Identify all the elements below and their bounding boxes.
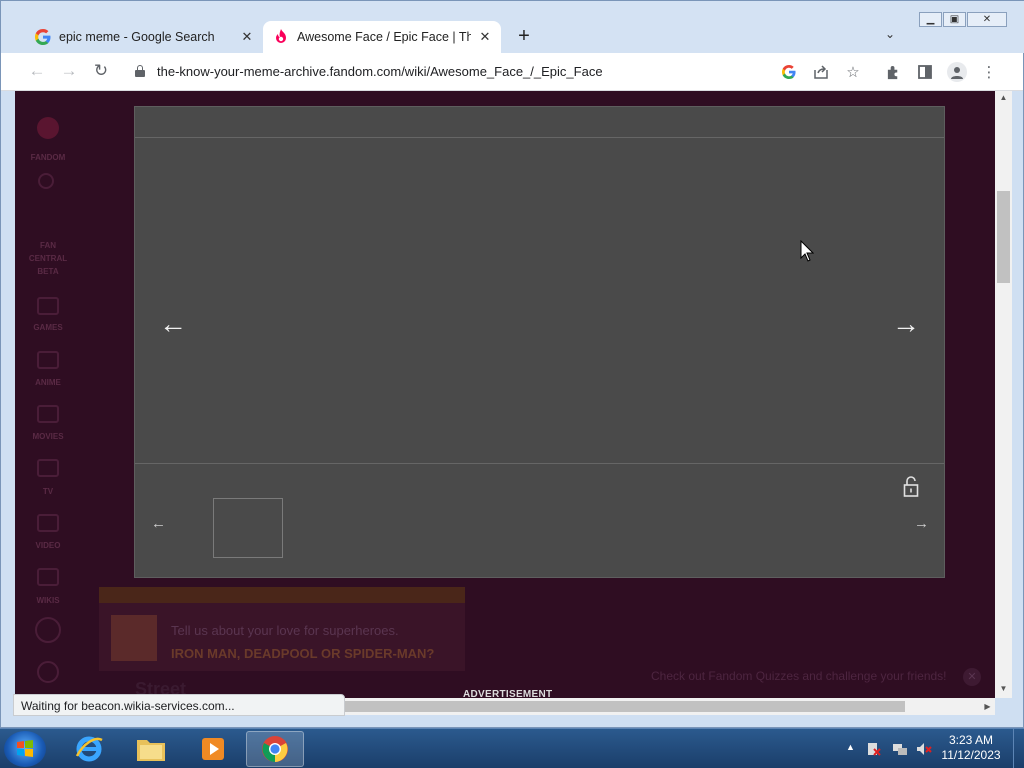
rail-label-wikis[interactable]: WIKIS [15,596,81,605]
file-explorer-icon[interactable] [122,731,180,767]
games-icon[interactable] [37,297,59,315]
wikis-icon[interactable] [37,568,59,586]
quiz-promo-text[interactable]: Check out Fandom Quizzes and challenge y… [651,669,947,683]
windows-taskbar: ▲ 3:23 AM 11/12/2023 [0,728,1024,768]
tab-title: Awesome Face / Epic Face | The K [297,30,471,44]
clock-date: 11/12/2023 [941,748,1001,762]
filmstrip-next-button[interactable]: → [914,515,929,532]
filmstrip-thumbnail[interactable] [213,498,283,558]
reload-button[interactable]: ↻ [91,61,111,81]
promo-banner[interactable]: Tell us about your love for superheroes.… [99,587,465,671]
volume-muted-icon[interactable] [916,742,932,759]
rail-label-video[interactable]: VIDEO [15,541,81,550]
side-panel-icon[interactable] [916,63,934,81]
tab-title: epic meme - Google Search [59,30,215,44]
fandom-logo-icon[interactable] [37,117,59,139]
next-image-button[interactable]: → [892,310,920,338]
image-lightbox: ← → ← → [134,106,945,578]
vertical-scroll-thumb[interactable] [997,191,1010,283]
browser-window: epic meme - Google Search ✕ Awesome Face… [0,0,1024,728]
media-player-icon[interactable] [184,731,242,767]
menu-kebab-icon[interactable]: ⋮ [980,63,998,81]
advertisement-label: ADVERTISEMENT [463,689,553,700]
lightbox-header [135,107,944,138]
address-toolbar: ← → ↻ the-know-your-meme-archive.fandom.… [1,53,1023,91]
tv-icon[interactable] [37,459,59,477]
close-window-button[interactable]: ✕ [967,12,1007,27]
start-button[interactable] [4,731,46,767]
close-icon[interactable]: ✕ [239,29,255,45]
system-clock[interactable]: 3:23 AM 11/12/2023 [935,733,1007,763]
lightbox-image-stage: ← → [135,138,944,463]
promo-thumbnail [111,615,157,661]
horizontal-scroll-thumb[interactable] [345,701,905,712]
share-icon[interactable] [812,63,830,81]
clock-time: 3:23 AM [948,733,994,747]
video-icon[interactable] [37,514,59,532]
tab-awesome-face[interactable]: Awesome Face / Epic Face | The K ✕ [263,21,501,53]
search-icon[interactable] [38,173,54,189]
back-button[interactable]: ← [27,61,47,81]
scroll-up-arrow-icon[interactable]: ▲ [995,93,1012,102]
show-desktop-button[interactable] [1013,729,1024,768]
filmstrip-previous-button[interactable]: ← [151,515,166,532]
promo-text: Tell us about your love for superheroes. [171,623,399,638]
chrome-icon[interactable] [246,731,304,767]
close-icon[interactable]: ✕ [963,668,981,686]
bookmark-star-icon[interactable]: ☆ [844,63,862,81]
rail-label-movies[interactable]: MOVIES [15,432,81,441]
internet-explorer-icon[interactable] [60,731,118,767]
forward-button[interactable]: → [59,61,79,81]
action-center-icon[interactable] [866,742,882,759]
rail-label-fandom: FANDOM [30,153,66,162]
anime-icon[interactable] [37,351,59,369]
rail-label-tv[interactable]: TV [15,487,81,496]
fandom-flame-icon [273,29,289,45]
tab-google-search[interactable]: epic meme - Google Search ✕ [11,21,263,53]
rail-label-anime[interactable]: ANIME [15,378,81,387]
address-bar[interactable]: the-know-your-meme-archive.fandom.com/wi… [157,64,603,79]
google-lens-icon[interactable] [780,63,798,81]
extensions-puzzle-icon[interactable] [884,63,902,81]
movies-icon[interactable] [37,405,59,423]
google-g-icon [35,29,51,45]
rail-label-games[interactable]: GAMES [15,323,81,332]
user-icon[interactable] [37,661,59,683]
status-bubble: Waiting for beacon.wikia-services.com... [13,694,345,716]
scroll-down-arrow-icon[interactable]: ▼ [995,684,1012,693]
fandom-sidebar: FANDOM FAN CENTRAL BETA GAMES ANIME MOVI… [15,91,81,698]
minimize-button[interactable]: ▁ [919,12,942,27]
plus-circle-icon[interactable] [35,617,61,643]
close-icon[interactable]: ✕ [477,29,493,45]
tray-expand-icon[interactable]: ▲ [846,742,855,752]
network-icon[interactable] [892,742,908,759]
lock-icon[interactable] [135,65,145,77]
new-tab-button[interactable]: + [513,25,535,48]
chevron-down-icon[interactable]: ⌄ [885,27,895,41]
maximize-button[interactable]: ▣ [943,12,966,27]
lightbox-filmstrip: ← → [135,463,944,577]
unlock-icon[interactable] [902,476,920,498]
profile-avatar-icon[interactable] [947,62,967,82]
scroll-right-arrow-icon[interactable]: ▶ [979,702,996,711]
rail-label-fan-central[interactable]: FAN CENTRAL BETA [15,239,81,278]
vertical-scrollbar[interactable]: ▲ ▼ [995,91,1012,698]
promo-highlight: IRON MAN, DEADPOOL OR SPIDER-MAN? [171,646,435,661]
previous-image-button[interactable]: ← [159,310,187,338]
